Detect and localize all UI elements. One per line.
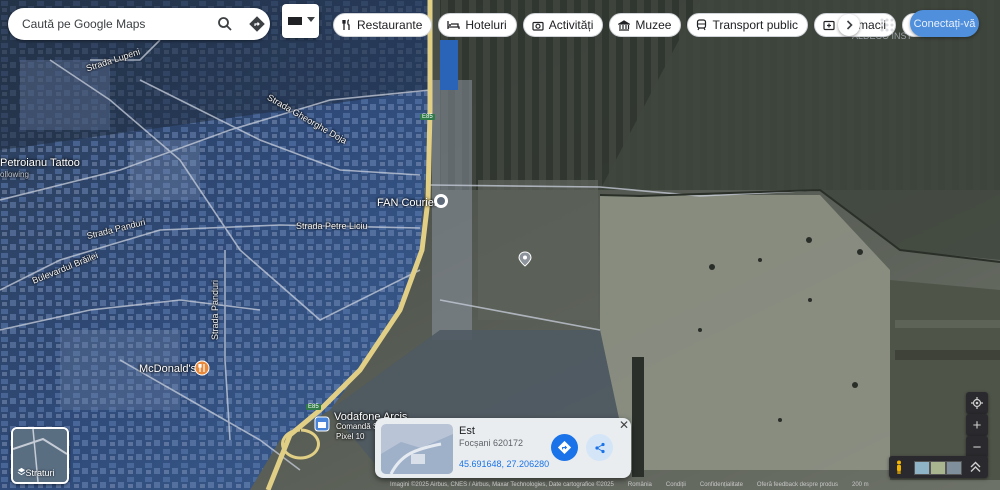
footer-country: România: [627, 482, 652, 488]
map-tools-bar: [889, 456, 988, 478]
restaurant-pin-icon[interactable]: [194, 360, 210, 376]
place-info-card[interactable]: Est Focșani 620172 45.691648, 27.206280 …: [375, 418, 631, 478]
route-shield-e85-bottom: E85: [306, 404, 321, 410]
zoom-in-button[interactable]: +: [966, 414, 988, 436]
chevron-right-icon: [846, 20, 853, 30]
close-icon[interactable]: ✕: [618, 419, 630, 431]
transit-icon: [697, 19, 707, 31]
share-icon: [594, 442, 605, 453]
plus-icon: +: [972, 416, 982, 434]
google-apps-button[interactable]: [876, 14, 898, 36]
apps-grid-icon: [880, 18, 894, 32]
search-input[interactable]: [22, 8, 202, 40]
poi-label-petroianu-tattoo[interactable]: Petroianu Tattoo: [0, 157, 80, 169]
poi-pin-icon[interactable]: [433, 193, 449, 209]
location-pin-icon[interactable]: [518, 251, 532, 267]
place-title: Est: [459, 425, 475, 437]
shop-pin-icon[interactable]: [314, 416, 330, 432]
search-box[interactable]: [8, 8, 270, 40]
bed-icon: [447, 21, 461, 29]
zoom-out-button[interactable]: −: [966, 436, 988, 458]
place-thumbnail[interactable]: [381, 424, 453, 474]
chevron-down-icon[interactable]: [307, 17, 315, 23]
chip-label: Activități: [548, 18, 594, 32]
my-location-button[interactable]: [966, 392, 988, 414]
imagery-thumbnail-2[interactable]: [930, 461, 946, 475]
chip-label: Muzee: [635, 18, 672, 32]
chips-scroll-right-button[interactable]: [838, 14, 860, 36]
map-scale[interactable]: 200 m: [852, 482, 869, 490]
footer-terms-link[interactable]: Condiții: [666, 482, 686, 490]
pharmacy-icon: [823, 20, 835, 30]
search-icon[interactable]: [214, 13, 236, 35]
route-shield-e85-top: E85: [420, 114, 435, 120]
chip-restaurants[interactable]: Restaurante: [333, 13, 433, 37]
poi-label-pixel: Pixel 10: [336, 432, 365, 441]
footer-feedback-link[interactable]: Oferă feedback despre produs: [757, 482, 838, 490]
minus-icon: −: [972, 438, 982, 456]
footer-privacy-link[interactable]: Confidențialitate: [700, 482, 743, 490]
chip-public-transport[interactable]: Transport public: [687, 13, 809, 37]
poi-label-fan-courier[interactable]: FAN Courier: [377, 197, 438, 209]
poi-label-mcdonalds[interactable]: McDonald's: [139, 363, 196, 375]
chip-label: Transport public: [712, 18, 799, 32]
imagery-thumbnail-1[interactable]: [914, 461, 930, 475]
directions-icon: [558, 441, 571, 454]
directions-button[interactable]: [551, 434, 578, 461]
chip-hotels[interactable]: Hoteluri: [438, 13, 517, 37]
chip-label: Restaurante: [357, 18, 423, 32]
chip-museums[interactable]: Muzee: [609, 13, 682, 37]
street-label-panduri-vertical: Strada Panduri: [210, 279, 221, 341]
camera-icon: [532, 21, 544, 31]
layers-label: Straturi: [25, 468, 55, 478]
place-coordinates[interactable]: 45.691648, 27.206280: [459, 459, 549, 469]
directions-icon[interactable]: [246, 13, 268, 35]
museum-icon: [618, 19, 631, 31]
poi-label-comanda: Comandă S: [336, 422, 379, 431]
restaurant-icon: [342, 19, 350, 30]
satellite-map[interactable]: [0, 0, 1000, 490]
street-label-petre-liciu: Strada Petre Liciu: [296, 221, 368, 231]
chip-label: Hoteluri: [465, 18, 507, 32]
layers-button[interactable]: Straturi: [11, 427, 69, 484]
satellite-view-icon: [288, 17, 302, 25]
map-view-toggle[interactable]: [282, 4, 319, 38]
sign-in-button[interactable]: Conectați-vă: [910, 10, 979, 37]
poi-sublabel-following: ollowing: [0, 170, 29, 179]
expand-up-icon[interactable]: [970, 461, 981, 473]
map-footer: Imagini ©2025 Airbus, CNES / Airbus, Max…: [390, 482, 1000, 490]
share-button[interactable]: [586, 434, 613, 461]
imagery-thumbnail-3[interactable]: [946, 461, 962, 475]
pegman-icon[interactable]: [895, 460, 903, 474]
chip-activities[interactable]: Activități: [522, 13, 604, 37]
place-address: Focșani 620172: [459, 438, 524, 448]
my-location-icon: [971, 397, 983, 409]
imagery-attribution: Imagini ©2025 Airbus, CNES / Airbus, Max…: [390, 482, 614, 488]
